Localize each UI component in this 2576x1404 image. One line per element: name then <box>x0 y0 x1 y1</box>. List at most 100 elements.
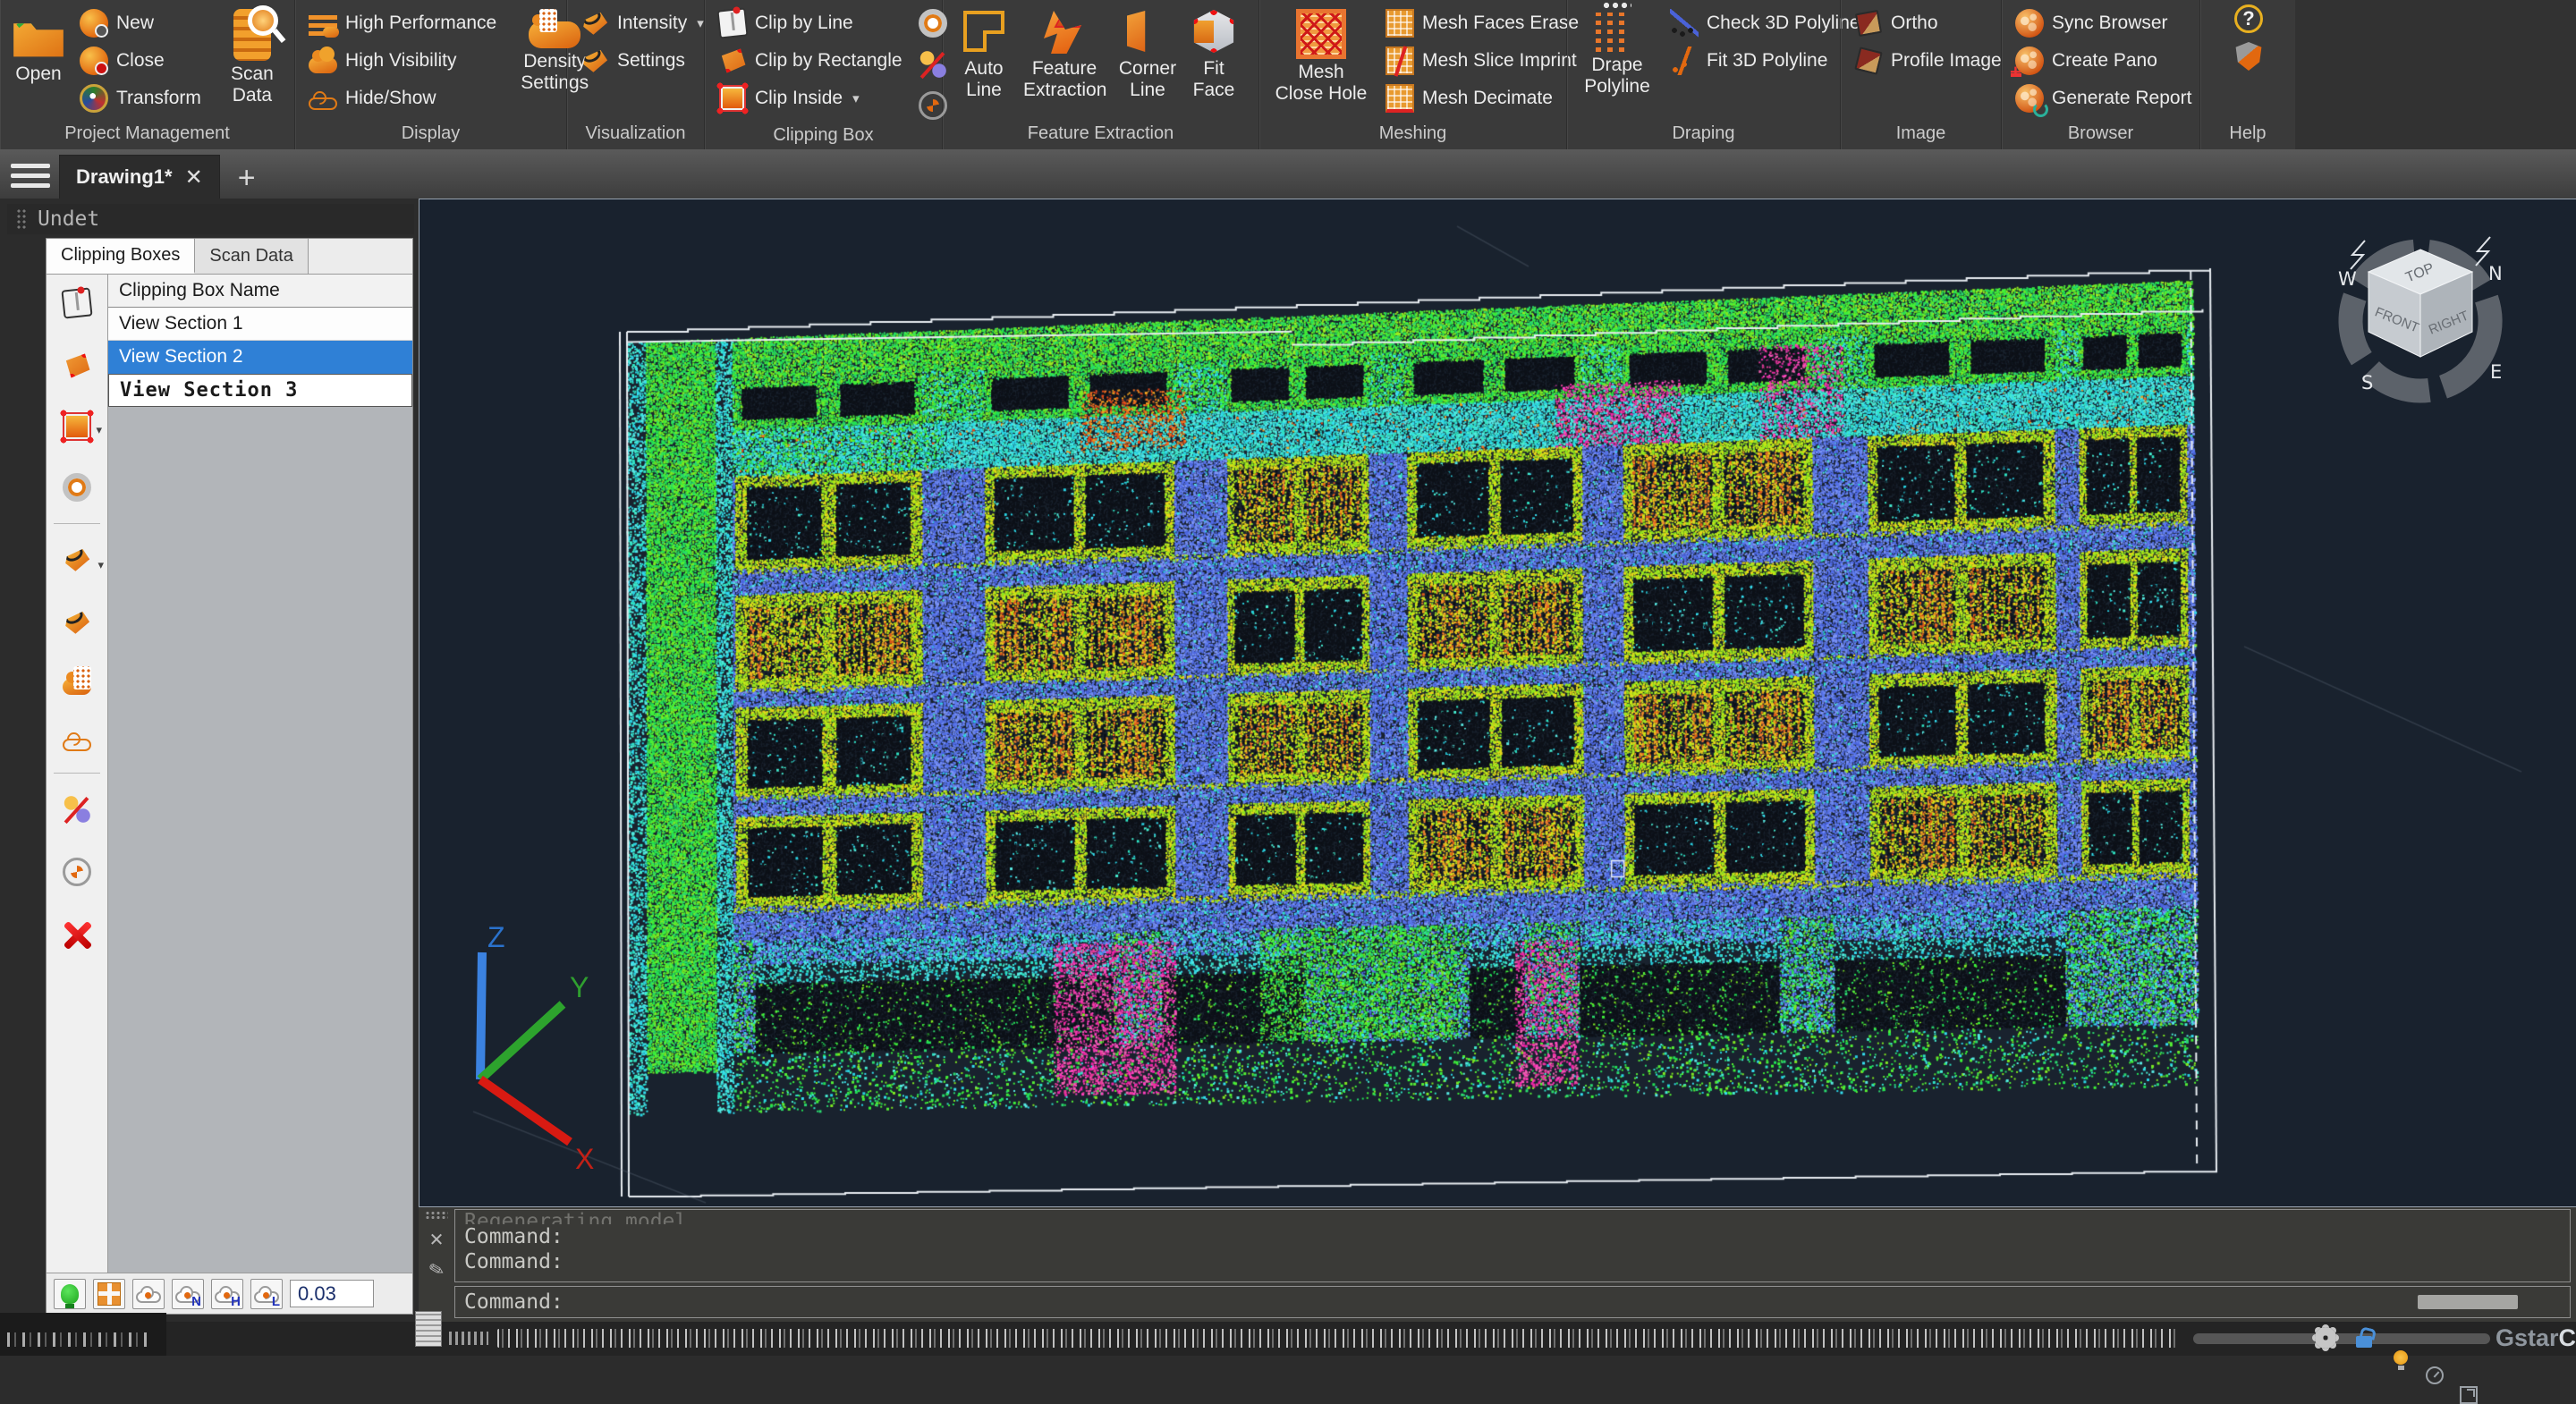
open-button[interactable]: Open <box>9 4 68 88</box>
color-settings-tool[interactable] <box>63 608 91 637</box>
hide-show-tool[interactable] <box>63 729 91 751</box>
auto-line-button[interactable]: Auto Line <box>952 4 1016 104</box>
status-toggle-buttons[interactable] <box>497 1329 2179 1348</box>
toggle-points-button[interactable] <box>54 1279 86 1309</box>
menu-hamburger-icon[interactable] <box>11 157 50 193</box>
intensity-button[interactable]: Intensity▾ <box>576 6 708 40</box>
sheet-icon[interactable] <box>415 1311 442 1347</box>
ortho-button[interactable]: Ortho <box>1850 6 2006 40</box>
high-visibility-button[interactable]: High Visibility <box>304 44 501 78</box>
group-label-visualization: Visualization <box>567 121 704 149</box>
corner-line-button[interactable]: Corner Line <box>1113 4 1182 104</box>
compass-west-label[interactable]: W <box>2338 268 2357 290</box>
clip-by-line-tool[interactable] <box>63 289 91 317</box>
feature-extraction-button[interactable]: Feature Extraction <box>1020 4 1109 104</box>
chevron-down-icon[interactable]: ▾ <box>97 558 104 572</box>
unlock-icon[interactable] <box>2356 1336 2372 1348</box>
command-panel-gutter: ✕ ✎ <box>419 1207 454 1322</box>
cloud-density-button[interactable] <box>132 1279 165 1309</box>
mesh-faces-erase-button[interactable]: Mesh Faces Erase <box>1381 6 1583 40</box>
chevron-down-icon[interactable]: ▾ <box>96 423 102 437</box>
new-button[interactable]: New <box>75 6 206 40</box>
cloud-density-high-button[interactable]: H <box>211 1279 243 1309</box>
sync-browser-button[interactable]: Sync Browser <box>2011 6 2196 40</box>
mesh-slice-imprint-icon <box>1385 47 1414 75</box>
chevron-down-icon[interactable]: ▾ <box>697 15 704 31</box>
help-button[interactable]: ? <box>2234 4 2263 33</box>
clip-by-rectangle-icon <box>63 351 91 380</box>
density-value-input[interactable] <box>290 1280 374 1307</box>
mesh-decimate-button[interactable]: Mesh Decimate <box>1381 81 1583 115</box>
delete-tool[interactable] <box>63 920 91 949</box>
command-grip-icon[interactable] <box>425 1211 448 1220</box>
lightbulb-icon[interactable] <box>2394 1350 2408 1365</box>
new-tab-icon[interactable]: + <box>238 165 256 191</box>
check-3d-polyline-button[interactable]: Check 3D Polyline <box>1665 6 1865 40</box>
create-pano-button[interactable]: +Create Pano <box>2011 44 2196 78</box>
fit-3d-polyline-button[interactable]: Fit 3D Polyline <box>1665 44 1865 78</box>
ribbon-group-clipping-box: Clip by Line Clip by Rectangle Clip Insi… <box>705 0 943 149</box>
performance-gauge-icon[interactable] <box>2426 1366 2444 1384</box>
clip-inside-tool[interactable]: ▾ <box>64 414 89 439</box>
density-tool[interactable] <box>63 671 91 695</box>
pencil-icon[interactable]: ✎ <box>427 1256 445 1281</box>
chevron-down-icon[interactable]: ▾ <box>852 90 860 106</box>
list-item-view-section-2[interactable]: View Section 2 <box>108 341 412 374</box>
layout-tabs-speckle <box>7 1332 150 1347</box>
mesh-close-hole-button[interactable]: Mesh Close Hole <box>1268 4 1374 107</box>
auto-line-label: Auto Line <box>955 58 1013 101</box>
drawing-viewport[interactable]: Z Y X W N S E TOP FRONT RIGHT <box>419 199 2576 1207</box>
row-edit-label: View Section 3 <box>120 379 298 402</box>
clip-ellipse-tool[interactable] <box>63 473 91 502</box>
clip-toggle-button[interactable] <box>914 47 952 81</box>
horizontal-scrollbar-thumb[interactable] <box>2418 1295 2518 1309</box>
gear-icon[interactable] <box>2315 1327 2336 1349</box>
toggle-visibility-tool[interactable] <box>63 795 91 824</box>
transform-button[interactable]: Transform <box>75 81 206 115</box>
hide-show-button[interactable]: Hide/Show <box>304 81 501 115</box>
compass-south-label[interactable]: S <box>2361 372 2373 393</box>
compass-north-label[interactable]: N <box>2488 263 2503 284</box>
about-button[interactable] <box>2234 42 2263 71</box>
close-button[interactable]: Close <box>75 44 206 78</box>
cloud-density-normal-button[interactable]: N <box>172 1279 204 1309</box>
mesh-slice-imprint-button[interactable]: Mesh Slice Imprint <box>1381 44 1583 78</box>
command-history-line: Command: <box>464 1224 2570 1249</box>
clip-by-rectangle-button[interactable]: Clip by Rectangle <box>714 44 907 78</box>
visualization-settings-button[interactable]: Settings <box>576 44 708 78</box>
clip-ellipse-icon <box>63 473 91 502</box>
clip-inside-button[interactable]: Clip Inside▾ <box>714 81 907 115</box>
clip-by-rectangle-label: Clip by Rectangle <box>755 50 902 72</box>
list-item-view-section-3-editing[interactable]: View Section 3 <box>108 374 412 407</box>
intensity-tool[interactable]: ▾ <box>63 546 91 574</box>
close-command-icon[interactable]: ✕ <box>429 1227 443 1250</box>
command-prompt-input[interactable]: Command: <box>454 1286 2571 1318</box>
clip-by-line-button[interactable]: Clip by Line <box>714 6 907 40</box>
tab-drawing1[interactable]: Drawing1* ✕ <box>59 155 220 199</box>
reset-tool[interactable] <box>63 858 91 886</box>
fullscreen-icon[interactable] <box>2460 1386 2478 1404</box>
command-history[interactable]: Regenerating model... Command: Command: <box>454 1209 2571 1282</box>
scan-data-button[interactable]: Scan Data <box>213 4 292 109</box>
ribbon-filler <box>2295 0 2576 149</box>
drape-polyline-button[interactable]: Drape Polyline <box>1576 4 1658 100</box>
high-performance-button[interactable]: High Performance <box>304 6 501 40</box>
compass-east-label[interactable]: E <box>2490 361 2502 383</box>
toolbar-grip-icon[interactable] <box>16 208 27 230</box>
viewcube[interactable]: W N S E TOP FRONT RIGHT <box>2324 230 2517 414</box>
transform-icon <box>80 84 108 113</box>
generate-report-button[interactable]: Generate Report <box>2011 81 2196 115</box>
cloud-density-low-button[interactable]: L <box>250 1279 283 1309</box>
tab-scan-data[interactable]: Scan Data <box>195 239 308 274</box>
profile-image-button[interactable]: Profile Image <box>1850 44 2006 78</box>
point-cloud-canvas[interactable] <box>419 199 2575 1206</box>
list-item-view-section-1[interactable]: View Section 1 <box>108 308 412 341</box>
grid-display-button[interactable] <box>93 1279 125 1309</box>
tab-clipping-boxes[interactable]: Clipping Boxes <box>47 239 195 274</box>
clip-by-rectangle-tool[interactable] <box>63 351 91 380</box>
fit-face-button[interactable]: Fit Face <box>1186 4 1241 104</box>
status-bar: GstarCAD <box>0 1322 2576 1356</box>
status-slider-track[interactable] <box>2193 1333 2490 1344</box>
undet-toolbar[interactable]: Undet <box>7 204 414 234</box>
close-tab-icon[interactable]: ✕ <box>185 165 203 190</box>
